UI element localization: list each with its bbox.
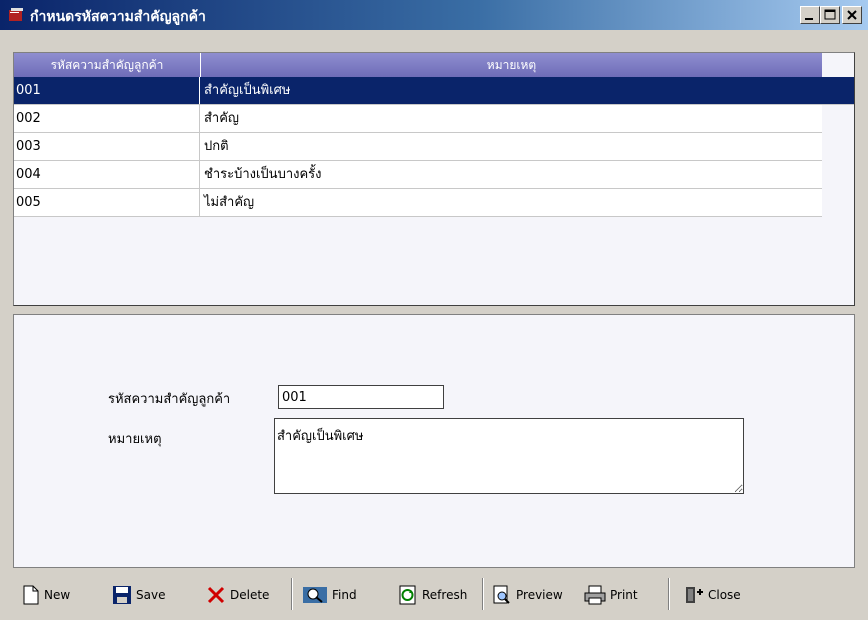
- maximize-button[interactable]: [820, 6, 840, 24]
- cell-note: ไม่สำคัญ: [204, 195, 255, 210]
- cell-note: ชำระบ้างเป็นบางครั้ง: [204, 167, 322, 182]
- title-bar: กำหนดรหัสความสำคัญลูกค้า: [0, 0, 868, 30]
- table-row[interactable]: 005 ไม่สำคัญ: [14, 189, 822, 217]
- app-icon: [9, 8, 23, 21]
- delete-button[interactable]: Delete: [206, 580, 269, 610]
- preview-label: Preview: [516, 588, 563, 602]
- table-row[interactable]: 001 สำคัญเป็นพิเศษ: [14, 77, 854, 105]
- delete-x-icon: [207, 586, 225, 604]
- toolbar: New Save Delete Find Refresh Preview Pri…: [0, 572, 868, 620]
- minimize-button[interactable]: [800, 6, 820, 24]
- table-row[interactable]: 003 ปกติ: [14, 133, 822, 161]
- toolbar-separator: [291, 578, 293, 610]
- new-label: New: [44, 588, 71, 602]
- cell-code: 004: [16, 161, 200, 188]
- save-button[interactable]: Save: [112, 580, 165, 610]
- preview-button[interactable]: Preview: [492, 580, 563, 610]
- code-input[interactable]: [278, 385, 444, 409]
- refresh-label: Refresh: [422, 588, 468, 602]
- refresh-button[interactable]: Refresh: [398, 580, 467, 610]
- toolbar-separator: [668, 578, 670, 610]
- print-label: Print: [610, 588, 638, 602]
- window-title: กำหนดรหัสความสำคัญลูกค้า: [30, 9, 206, 25]
- table-row[interactable]: 004 ชำระบ้างเป็นบางครั้ง: [14, 161, 822, 189]
- floppy-disk-icon: [113, 586, 131, 604]
- exit-door-icon: [686, 587, 703, 603]
- cell-code: 003: [16, 133, 200, 160]
- cell-note: ปกติ: [204, 139, 229, 154]
- print-preview-icon: [493, 585, 510, 604]
- new-document-icon: [23, 585, 39, 605]
- minimize-icon: [805, 18, 813, 20]
- toolbar-separator: [482, 578, 484, 610]
- maximize-icon: [824, 9, 836, 20]
- find-button[interactable]: Find: [302, 580, 357, 610]
- close-label: Close: [708, 588, 741, 602]
- column-header-code[interactable]: รหัสความสำคัญลูกค้า: [14, 53, 201, 77]
- save-label: Save: [136, 588, 166, 602]
- table-row[interactable]: 002 สำคัญ: [14, 105, 822, 133]
- find-label: Find: [332, 588, 357, 602]
- customer-priority-grid: รหัสความสำคัญลูกค้า หมายเหตุ 001 สำคัญเป…: [13, 52, 855, 306]
- print-button[interactable]: Print: [584, 580, 638, 610]
- note-label: หมายเหตุ: [108, 432, 162, 447]
- note-textarea[interactable]: สำคัญเป็นพิเศษ: [274, 418, 744, 494]
- find-magnifier-icon: [303, 587, 327, 603]
- close-window-button[interactable]: [842, 6, 862, 24]
- close-icon: [847, 10, 857, 20]
- grid-header: รหัสความสำคัญลูกค้า หมายเหตุ: [14, 53, 822, 77]
- refresh-icon: [399, 585, 416, 605]
- delete-label: Delete: [230, 588, 270, 602]
- cell-code: 001: [16, 77, 200, 104]
- cell-code: 005: [16, 189, 200, 216]
- new-button[interactable]: New: [22, 580, 70, 610]
- printer-icon: [584, 585, 606, 605]
- cell-note: สำคัญเป็นพิเศษ: [204, 83, 291, 98]
- cell-note: สำคัญ: [204, 111, 240, 126]
- code-label: รหัสความสำคัญลูกค้า: [108, 392, 231, 407]
- cell-code: 002: [16, 105, 200, 132]
- column-header-note[interactable]: หมายเหตุ: [201, 53, 822, 77]
- close-button[interactable]: Close: [684, 580, 741, 610]
